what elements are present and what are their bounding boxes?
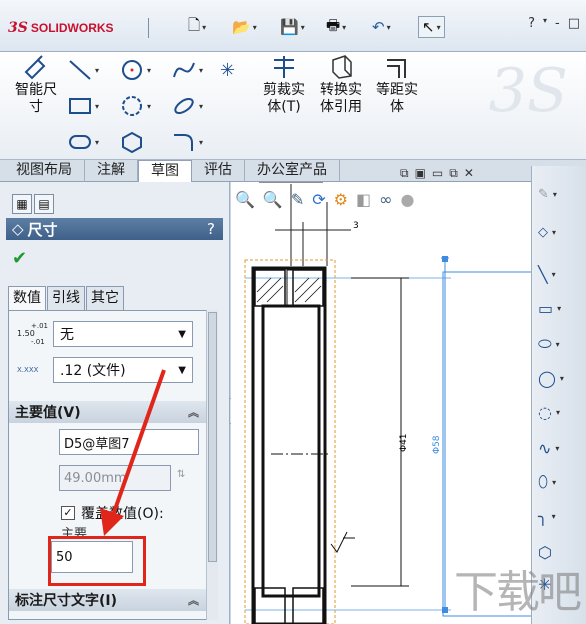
chevron-down-icon: ▾ [555, 443, 560, 453]
site-watermark: 下载吧 [454, 567, 582, 618]
slot-side-button[interactable]: ⬭ ▾ [538, 330, 574, 358]
document-window-controls: ⧉ ▣ ▭ ⧉ ✕ [400, 166, 474, 181]
smart-dimension-icon: ◇ [538, 224, 548, 240]
fillet-side-button[interactable]: ╮ ▾ [538, 502, 574, 530]
chevron-down-icon: ▾ [552, 477, 557, 487]
close-icon[interactable]: ✕ [464, 166, 474, 181]
chevron-down-icon: ▾ [551, 269, 556, 279]
dim-label-top: 3 [353, 221, 359, 231]
spline-side-button[interactable]: ∿ ▾ [538, 434, 574, 462]
chevron-down-icon: ▾ [555, 339, 560, 349]
sketch-icon: ✎ [538, 186, 549, 202]
circle-side-button[interactable]: ◯ ▾ [538, 364, 574, 392]
arc-side-button[interactable]: ◌ ▾ [538, 398, 574, 426]
chevron-down-icon: ▾ [557, 303, 562, 313]
chevron-down-icon: ▾ [552, 227, 557, 237]
fillet-icon: ╮ [538, 506, 548, 526]
dim-label-outer: Φ58 [432, 435, 442, 454]
solidworks-window: 3S SOLIDWORKS 🗋 ▾ 📂 ▾ 💾 ▾ 🖶 ▾ ↶ ▾ ↖ ▾ ? ▾ - □ … [0, 0, 586, 624]
restore-icon[interactable]: ⧉ [400, 166, 409, 181]
cascade-icon[interactable]: ⧉ [449, 166, 458, 181]
rectangle-icon: ▭ [538, 298, 554, 318]
chevron-down-icon: ▾ [551, 511, 556, 521]
line-icon: ╲ [538, 264, 548, 284]
ellipse-icon: ⬯ [538, 472, 549, 491]
minimize-icon[interactable]: ▭ [432, 166, 443, 181]
chevron-down-icon: ▾ [555, 407, 560, 417]
tile-icon[interactable]: ▣ [415, 166, 426, 181]
sketch-button[interactable]: ✎ ▾ [538, 180, 574, 208]
slot-icon: ⬭ [538, 334, 552, 353]
ellipse-side-button[interactable]: ⬯ ▾ [538, 468, 574, 496]
arc-icon: ◌ [538, 402, 552, 422]
circle-icon: ◯ [538, 368, 556, 388]
line-side-button[interactable]: ╲ ▾ [538, 260, 574, 288]
rectangle-side-button[interactable]: ▭ ▾ [538, 294, 574, 322]
chevron-down-icon: ▾ [552, 189, 557, 199]
chevron-down-icon: ▾ [559, 373, 564, 383]
spline-icon: ∿ [538, 438, 552, 458]
smart-dimension-side-button[interactable]: ◇ ▾ [538, 218, 574, 246]
dim-label-inner: Φ41 [399, 433, 409, 452]
